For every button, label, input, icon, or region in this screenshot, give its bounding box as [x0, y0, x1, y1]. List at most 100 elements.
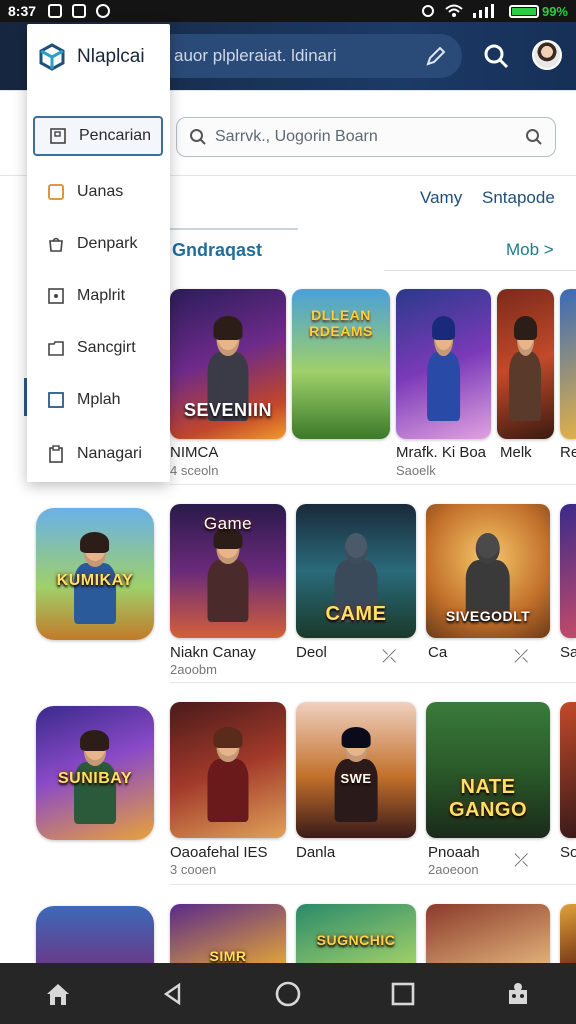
header-search-input[interactable]: auor plpleraiat. ldinari	[150, 34, 462, 78]
drawer-item-label: Uanas	[77, 183, 124, 200]
game-name[interactable]: Niakn Canay	[170, 644, 256, 661]
game-name[interactable]: Danla	[296, 844, 335, 861]
home-circle-icon[interactable]	[272, 978, 304, 1010]
drawer-item-uanas[interactable]: Uanas	[33, 172, 163, 212]
game-name[interactable]: So	[560, 844, 576, 861]
section-title: Gndraqast	[172, 240, 263, 260]
recents-icon[interactable]	[387, 978, 419, 1010]
game-card[interactable]	[396, 289, 491, 439]
game-name[interactable]: Pnoaah	[428, 844, 480, 861]
game-card[interactable]: Game	[170, 504, 286, 638]
avatar[interactable]	[532, 40, 562, 70]
drawer-item-label: Maplrit	[77, 287, 126, 304]
featured-game-card[interactable]	[36, 906, 154, 966]
game-card[interactable]: SIMR	[170, 904, 286, 964]
drawer-item-label: Denpark	[77, 235, 138, 252]
game-card[interactable]: DLLEAN RDEAMS	[292, 289, 390, 439]
game-art-title: SIVEGODLT	[445, 608, 531, 624]
game-name[interactable]: Re	[560, 444, 576, 461]
game-sub: 4 sceoln	[170, 463, 219, 478]
drawer-item-label: Nanagari	[77, 445, 142, 462]
section-underline	[170, 228, 298, 230]
divider	[170, 484, 576, 485]
game-card[interactable]: SIVEGODLT	[426, 504, 550, 638]
clipboard-icon	[49, 445, 63, 463]
link-icon[interactable]: ⤫	[514, 850, 528, 871]
square-blue-icon	[48, 392, 64, 408]
game-sub: Saoelk	[396, 463, 436, 478]
game-card[interactable]: CAME	[296, 504, 416, 638]
header-search-text: auor plpleraiat. ldinari	[174, 46, 337, 65]
game-card[interactable]	[497, 289, 554, 439]
game-card[interactable]: SWE	[296, 702, 416, 838]
system-nav-bar	[0, 963, 576, 1024]
drawer-item-mplah[interactable]: Mplah	[33, 380, 163, 420]
game-art-title: NATE GANGO	[448, 776, 528, 821]
drawer-item-label: Sancgirt	[77, 339, 136, 356]
cube-logo-icon	[39, 43, 65, 71]
game-card[interactable]: NATE GANGO	[426, 702, 550, 838]
game-card[interactable]	[426, 904, 550, 964]
drawer-item-sancgirt[interactable]: Sancgirt	[33, 328, 163, 368]
game-name[interactable]: Mrafk. Ki Boa	[396, 444, 486, 461]
featured-game-card[interactable]: KUMIKAY	[36, 508, 154, 640]
signal-icon	[472, 4, 494, 18]
game-card[interactable]: SEVENIIN	[170, 289, 286, 439]
drawer-item-nanagari[interactable]: Nanagari	[33, 434, 163, 474]
link-icon[interactable]: ⤫	[514, 646, 528, 667]
tab-right[interactable]: Sntapode	[482, 188, 555, 208]
search-input[interactable]: Sarrvk., Uogorin Boarn	[176, 117, 556, 157]
search-icon[interactable]	[482, 42, 510, 70]
drawer-item-denpark[interactable]: Denpark	[33, 224, 163, 264]
featured-art-title: SUNIBAY	[57, 770, 133, 787]
home-icon[interactable]	[42, 978, 74, 1010]
game-name[interactable]: Melk	[500, 444, 532, 461]
game-card[interactable]	[170, 702, 286, 838]
link-icon[interactable]: ⤫	[382, 646, 396, 667]
game-name[interactable]: NIMCA	[170, 444, 218, 461]
game-sub: 2aoeoon	[428, 862, 479, 877]
divider	[170, 682, 576, 683]
game-name[interactable]: Deol	[296, 644, 327, 661]
square-orange-icon	[48, 184, 64, 200]
featured-art-title: KUMIKAY	[56, 572, 134, 589]
game-card[interactable]	[560, 289, 576, 439]
game-sub: 2aoobm	[170, 662, 217, 677]
game-art-title: Game	[203, 514, 253, 533]
drawer-item-pencarian[interactable]: Pencarian	[33, 116, 163, 156]
drawer-header: Nlaplcai	[27, 24, 170, 90]
featured-game-card[interactable]: SUNIBAY	[36, 706, 154, 840]
wifi-icon	[445, 4, 463, 17]
more-link[interactable]: Mob >	[506, 240, 554, 260]
game-name[interactable]: Ca	[428, 644, 447, 661]
back-icon[interactable]	[157, 978, 189, 1010]
game-card[interactable]	[560, 702, 576, 838]
game-card[interactable]	[560, 904, 576, 964]
search-placeholder: Sarrvk., Uogorin Boarn	[215, 128, 378, 145]
game-card[interactable]: SUGNCHIC	[296, 904, 416, 964]
edit-icon[interactable]	[424, 44, 448, 68]
folder-icon	[48, 341, 64, 356]
message-icon	[96, 4, 111, 18]
game-art-title: SWE	[340, 771, 372, 786]
game-name[interactable]: Oaoafehal IES	[170, 844, 268, 861]
drawer-title: Nlaplcai	[77, 46, 145, 67]
battery-percent: 99%	[541, 3, 568, 19]
game-name[interactable]: Sa	[560, 644, 576, 661]
image-icon	[48, 288, 64, 304]
game-art-title: DLLEAN RDEAMS	[309, 307, 373, 339]
navigation-drawer: Nlaplcai Pencarian Uanas Denpark Maplrit…	[27, 24, 170, 482]
drawer-item-label: Pencarian	[79, 127, 152, 144]
assistant-icon[interactable]	[502, 978, 534, 1010]
game-card[interactable]	[560, 504, 576, 638]
game-art-title: SUGNCHIC	[316, 932, 396, 948]
drawer-item-maplrit[interactable]: Maplrit	[33, 276, 163, 316]
search-icon	[190, 129, 206, 145]
battery-icon: 99%	[508, 3, 568, 19]
alarm-icon	[421, 5, 434, 17]
tab-left[interactable]: Vamy	[420, 188, 462, 208]
game-art-title: CAME	[325, 603, 387, 625]
bag-icon	[49, 237, 63, 252]
status-bar: 8:37 99%	[0, 0, 576, 22]
search-submit-icon[interactable]	[525, 128, 543, 146]
